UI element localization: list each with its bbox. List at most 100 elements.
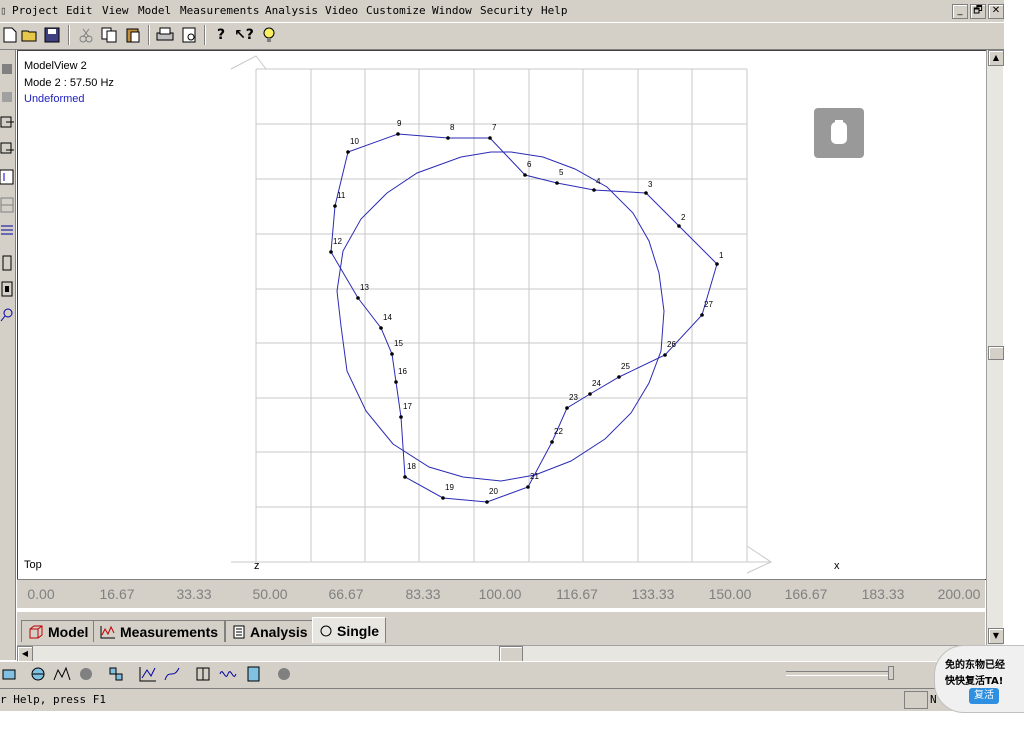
bottom-toolbar <box>0 661 1004 689</box>
search-tool-icon[interactable] <box>0 306 14 324</box>
menu-window[interactable]: Window <box>432 4 472 17</box>
scroll-down-icon[interactable]: ▼ <box>988 628 1004 644</box>
revive-button[interactable]: 复活 <box>969 688 999 704</box>
node-label: 26 <box>667 340 676 349</box>
scroll-up-icon[interactable]: ▲ <box>988 50 1004 66</box>
tab-single[interactable]: Single <box>312 617 387 643</box>
copy-icon[interactable] <box>99 25 119 45</box>
slider-track[interactable] <box>786 671 894 676</box>
node-label: 11 <box>337 191 346 200</box>
node-point <box>333 204 337 208</box>
record-gray-icon[interactable] <box>76 664 96 684</box>
layer-tool-icon[interactable] <box>0 664 20 684</box>
node-label: 7 <box>492 123 497 132</box>
structure-tool-icon[interactable] <box>106 664 126 684</box>
node-label: 17 <box>403 402 412 411</box>
freq-tick: 166.67 <box>784 586 828 602</box>
tab-measurements[interactable]: Measurements <box>93 620 226 642</box>
menu-measurements[interactable]: Measurements <box>180 4 259 17</box>
mode-shape-icon[interactable] <box>52 664 72 684</box>
horizontal-scrollbar[interactable]: ◀ <box>17 645 985 662</box>
scroll-thumb[interactable] <box>988 346 1004 360</box>
frequency-axis-bar[interactable]: 0.00 16.67 33.33 50.00 66.67 83.33 100.0… <box>17 579 985 608</box>
node-label: 21 <box>530 472 539 481</box>
menu-view[interactable]: View <box>102 4 129 17</box>
select-tool-icon[interactable] <box>0 60 14 78</box>
bracket-tool-icon[interactable] <box>194 664 214 684</box>
menu-video[interactable]: Video <box>325 4 358 17</box>
pointer-tool-icon[interactable] <box>0 168 14 186</box>
save-icon[interactable] <box>42 25 62 45</box>
tip-bulb-icon[interactable] <box>259 25 279 45</box>
app-icon[interactable]: ▯ <box>0 4 7 17</box>
node-label: 19 <box>445 483 454 492</box>
menu-analysis[interactable]: Analysis <box>265 4 318 17</box>
record-button-icon[interactable] <box>274 664 294 684</box>
curve-tool-icon[interactable] <box>162 664 182 684</box>
lines-tool-icon[interactable] <box>0 220 14 238</box>
freq-tick: 33.33 <box>176 586 212 602</box>
menu-help[interactable]: Help <box>541 4 568 17</box>
node-label: 18 <box>407 462 416 471</box>
menu-project[interactable]: Project <box>12 4 58 17</box>
cube-icon <box>29 625 43 638</box>
wave-tool-icon[interactable] <box>218 664 238 684</box>
menu-customize[interactable]: Customize <box>366 4 426 17</box>
restore-button[interactable]: 🗗 <box>970 4 986 19</box>
expand-tool-icon[interactable] <box>28 664 48 684</box>
view-tabs: Model Measurements Analysis Single <box>17 612 985 646</box>
wireframe-plot: 12345678910111213141516171819 20212223242… <box>230 55 773 574</box>
node-label: 16 <box>398 367 407 376</box>
new-file-icon[interactable] <box>0 25 20 45</box>
node-label: 1 <box>719 251 724 260</box>
grid-corner <box>231 545 773 563</box>
tab-model[interactable]: Model <box>21 620 96 642</box>
cut-icon[interactable] <box>76 25 96 45</box>
node-point <box>346 150 350 154</box>
stop-tool-icon[interactable] <box>0 88 14 106</box>
node-label: 5 <box>559 168 564 177</box>
popup-line-2: 快快复活TA! <box>945 676 1004 687</box>
menu-security[interactable]: Security <box>480 4 533 17</box>
context-help-icon[interactable]: ↖? <box>234 25 254 45</box>
node-label: 8 <box>450 123 455 132</box>
scroll-left-icon[interactable]: ◀ <box>17 646 33 662</box>
node-label: 15 <box>394 339 403 348</box>
grid-corner <box>230 55 267 70</box>
table-tool-icon[interactable] <box>244 664 264 684</box>
node-label: 27 <box>704 300 713 309</box>
node-point <box>677 224 681 228</box>
help-icon[interactable]: ? <box>211 25 231 45</box>
node-point <box>488 136 492 140</box>
menu-edit[interactable]: Edit <box>66 4 93 17</box>
node-point <box>394 380 398 384</box>
notification-popup[interactable]: 免的东物已经 快快复活TA! 复活 <box>934 645 1024 713</box>
status-help-text: r Help, press F1 <box>0 693 106 706</box>
graph-tool-icon[interactable] <box>138 664 158 684</box>
minimize-button[interactable]: _ <box>952 4 968 19</box>
page-tool-icon[interactable] <box>0 280 14 298</box>
tab-measurements-label: Measurements <box>120 623 219 640</box>
grid-corner <box>746 561 772 574</box>
status-bar: r Help, press F1 N <box>0 688 1004 711</box>
slider-thumb[interactable] <box>888 666 894 680</box>
freq-tick: 66.67 <box>328 586 364 602</box>
node-point <box>396 132 400 136</box>
close-button[interactable]: ✕ <box>988 4 1004 19</box>
column-tool-icon[interactable] <box>0 254 14 272</box>
print-preview-icon[interactable] <box>180 25 200 45</box>
menu-model[interactable]: Model <box>138 4 171 17</box>
vertical-scrollbar[interactable]: ▲ ▼ <box>986 50 1004 645</box>
tab-analysis[interactable]: Analysis <box>225 620 315 642</box>
node-point <box>565 406 569 410</box>
node-point <box>592 188 596 192</box>
grid-tool-icon[interactable] <box>0 196 14 214</box>
model-view-canvas[interactable]: ModelView 2 Mode 2 : 57.50 Hz Undeformed… <box>17 50 987 580</box>
view-tool-icon[interactable] <box>0 114 14 132</box>
paste-icon[interactable] <box>123 25 143 45</box>
hscroll-thumb[interactable] <box>499 646 523 662</box>
print-icon[interactable] <box>155 25 175 45</box>
view-tool-2-icon[interactable] <box>0 140 14 158</box>
menu-bar: ▯ Project Edit View Model Measurements Analys… <box>0 0 1004 22</box>
open-folder-icon[interactable] <box>20 25 40 45</box>
